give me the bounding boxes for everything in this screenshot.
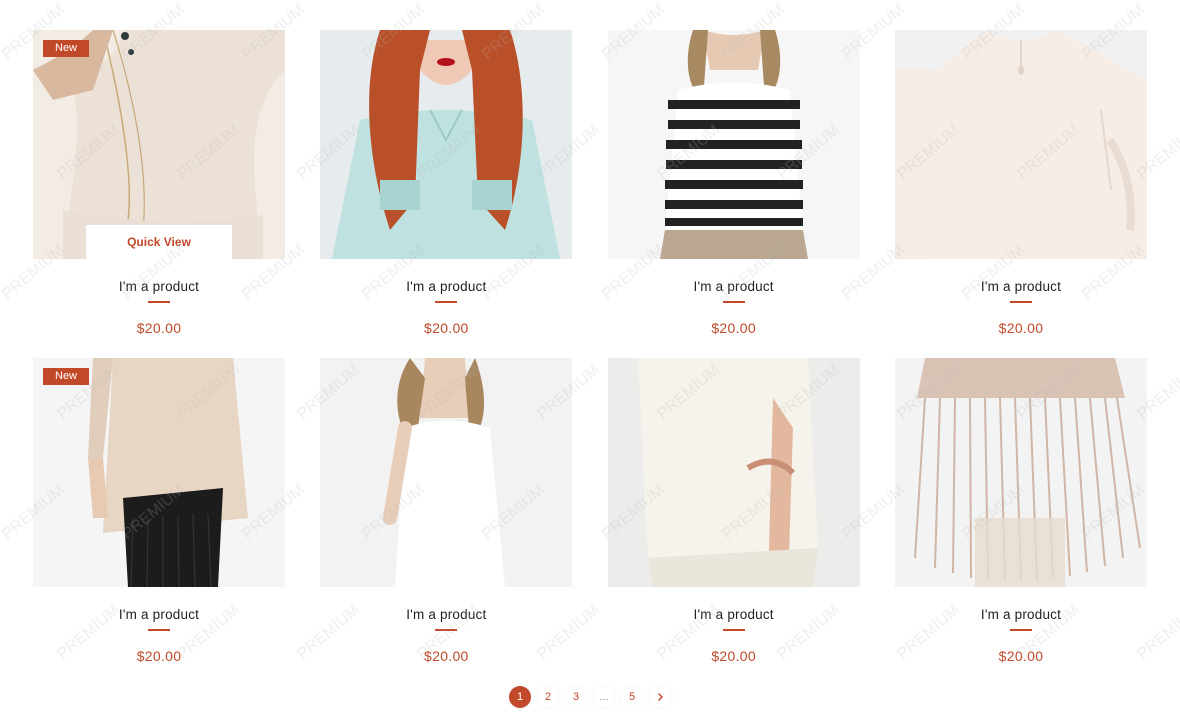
title-divider (722, 629, 745, 631)
title-divider (435, 301, 458, 303)
product-card[interactable]: I'm a product $20.00 (320, 30, 573, 358)
title-divider (1009, 629, 1032, 631)
product-image[interactable] (894, 30, 1147, 259)
product-card[interactable]: I'm a product $20.00 (607, 358, 860, 686)
product-photo (320, 30, 573, 259)
product-photo (894, 30, 1147, 259)
product-price: $20.00 (136, 319, 182, 336)
new-badge: New (43, 368, 90, 385)
product-photo (320, 358, 573, 587)
product-name[interactable]: I'm a product (33, 607, 285, 623)
quick-view-button[interactable]: Quick View (86, 225, 232, 259)
product-name[interactable]: I'm a product (33, 279, 285, 295)
product-image[interactable] (607, 358, 860, 587)
pagination: 1 2 3 ... 5 (509, 686, 671, 708)
product-price: $20.00 (711, 647, 756, 664)
product-name[interactable]: I'm a product (320, 607, 572, 623)
product-name[interactable]: I'm a product (608, 279, 860, 295)
product-image[interactable] (607, 30, 860, 259)
title-divider (722, 301, 745, 303)
title-divider (148, 629, 170, 631)
product-image[interactable]: New (33, 358, 285, 587)
title-divider (148, 301, 170, 303)
product-image[interactable]: New Quick View (33, 30, 285, 259)
product-price: $20.00 (711, 319, 756, 336)
new-badge: New (43, 40, 90, 57)
product-image[interactable] (894, 358, 1147, 587)
product-price: $20.00 (136, 647, 182, 664)
product-card[interactable]: I'm a product $20.00 (320, 358, 573, 686)
product-card[interactable]: I'm a product $20.00 (894, 358, 1147, 686)
product-name[interactable]: I'm a product (895, 607, 1147, 623)
product-name[interactable]: I'm a product (320, 279, 572, 295)
product-price: $20.00 (998, 319, 1044, 336)
page-button-2[interactable]: 2 (537, 686, 559, 708)
product-name[interactable]: I'm a product (895, 279, 1147, 295)
product-name[interactable]: I'm a product (608, 607, 860, 623)
product-card[interactable]: New I'm a product $20.00 (33, 358, 285, 686)
product-image[interactable] (320, 358, 573, 587)
product-photo (607, 30, 860, 259)
product-card[interactable]: I'm a product $20.00 (894, 30, 1147, 358)
product-card[interactable]: I'm a product $20.00 (607, 30, 860, 358)
page-button-1[interactable]: 1 (509, 686, 531, 708)
title-divider (435, 629, 458, 631)
next-page-button[interactable] (649, 686, 671, 708)
product-price: $20.00 (424, 319, 469, 336)
product-photo (607, 358, 860, 587)
product-photo (33, 358, 285, 587)
product-card[interactable]: New Quick View I'm a product $20.00 (33, 30, 285, 358)
page-ellipsis: ... (593, 686, 615, 708)
product-photo (894, 358, 1147, 587)
product-price: $20.00 (998, 647, 1044, 664)
product-image[interactable] (320, 30, 573, 259)
page-button-5[interactable]: 5 (621, 686, 643, 708)
title-divider (1009, 301, 1032, 303)
product-price: $20.00 (424, 647, 469, 664)
product-gallery: New Quick View I'm a product $20.00 I'm … (33, 30, 1147, 686)
chevron-right-icon (658, 693, 663, 701)
page-button-3[interactable]: 3 (565, 686, 587, 708)
